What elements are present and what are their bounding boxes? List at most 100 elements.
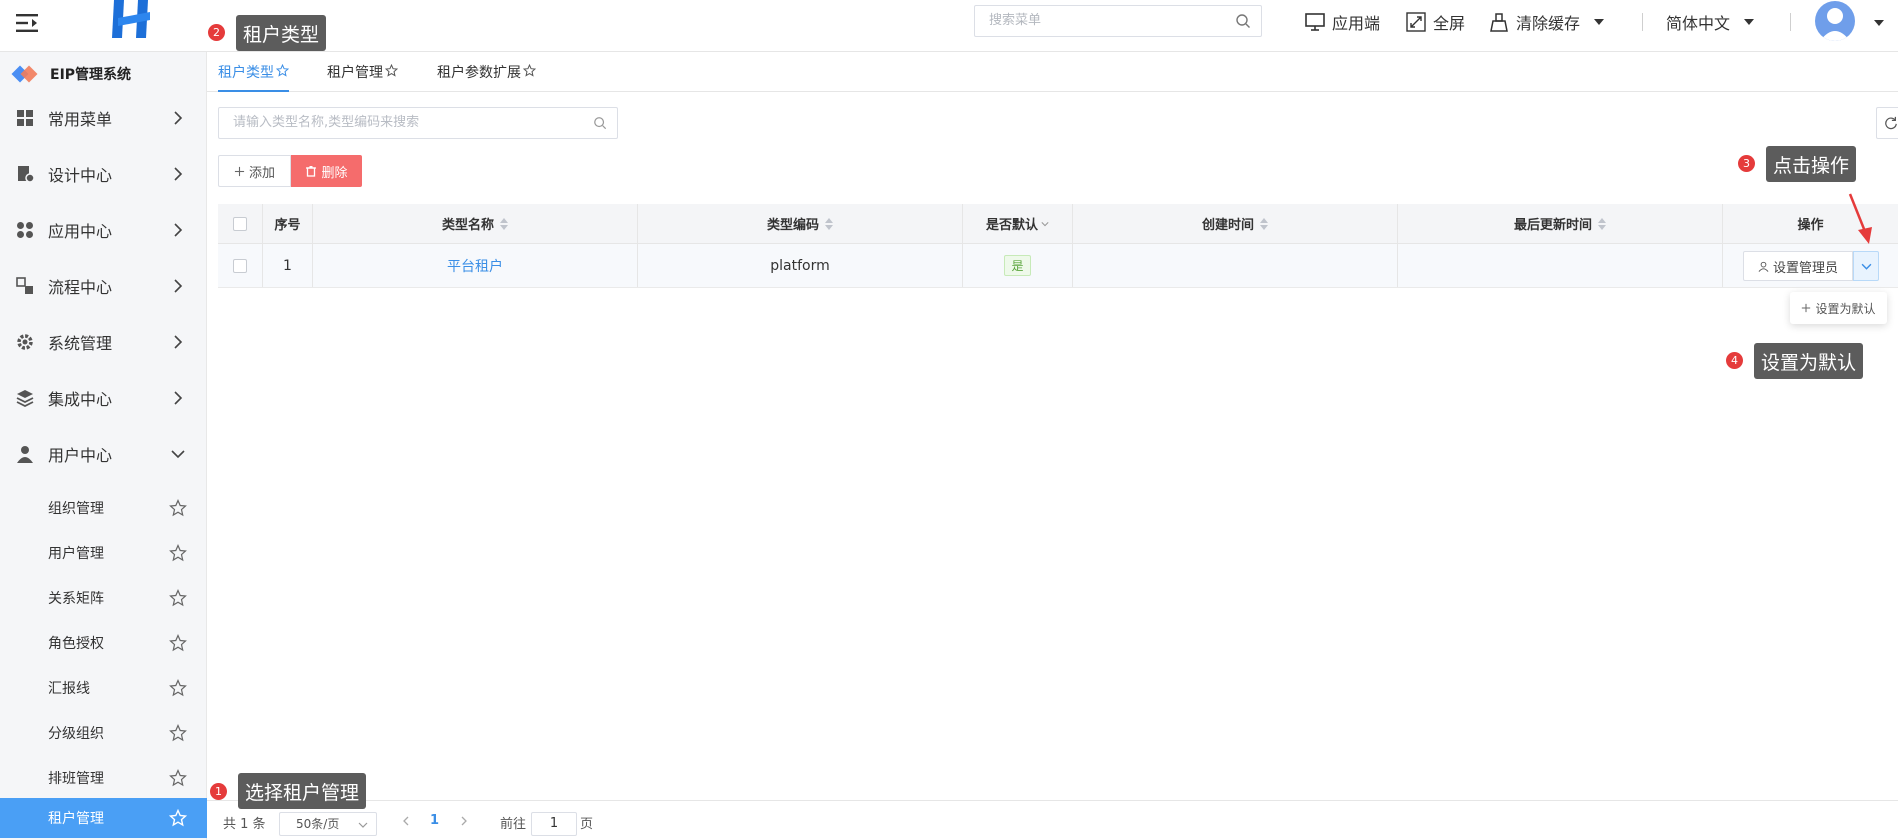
sidebar: EIP管理系统 常用菜单 设计中心 应用中心 流程中心 系统管理 集成中心 用户… <box>0 52 207 840</box>
trash-icon <box>306 166 317 177</box>
sort-icon[interactable] <box>825 217 833 230</box>
sidebar-item-users[interactable]: 用户管理 <box>0 533 207 573</box>
chevron-down-icon <box>171 450 185 459</box>
star-icon[interactable] <box>169 769 187 787</box>
star-icon[interactable] <box>385 64 398 77</box>
menu-integration[interactable]: 集成中心 <box>0 378 207 418</box>
sidebar-item-tenant[interactable]: 租户管理 <box>0 798 207 838</box>
menu-label: 设计中心 <box>48 166 113 185</box>
search-placeholder: 请输入类型名称,类型编码来搜索 <box>233 115 420 130</box>
user-icon <box>1758 261 1769 272</box>
header-divider <box>1790 13 1791 31</box>
caret-down-icon <box>1594 19 1605 25</box>
apps-icon <box>17 222 33 238</box>
current-page[interactable]: 1 <box>430 813 439 828</box>
star-icon[interactable] <box>169 499 187 517</box>
menu-label: 常用菜单 <box>48 110 113 129</box>
total-count: 共 1 条 <box>223 817 266 832</box>
table-row: 1 平台租户 platform 是 设置管理员 <box>218 244 1898 288</box>
menu-user-center[interactable]: 用户中心 <box>0 434 207 474</box>
star-icon[interactable] <box>169 634 187 652</box>
language-select[interactable]: 简体中文 <box>1666 8 1755 36</box>
tab-tenant-type[interactable]: 租户类型 <box>218 62 289 92</box>
sidebar-item-schedule[interactable]: 排班管理 <box>0 758 207 798</box>
tab-tenant-params[interactable]: 租户参数扩展 <box>437 62 536 92</box>
chevron-down-icon <box>358 822 368 828</box>
action-dropdown-toggle[interactable] <box>1853 251 1879 281</box>
menu-app[interactable]: 应用中心 <box>0 210 207 250</box>
sub-item-label: 用户管理 <box>48 546 104 562</box>
menu-search-input[interactable]: 搜索菜单 <box>974 5 1262 37</box>
sort-icon[interactable] <box>1260 217 1268 230</box>
row-name: 平台租户 <box>313 244 638 287</box>
add-button[interactable]: 添加 <box>218 155 291 187</box>
star-icon[interactable] <box>169 809 187 827</box>
type-search-input[interactable]: 请输入类型名称,类型编码来搜索 <box>218 107 618 139</box>
col-name[interactable]: 类型名称 <box>313 204 638 243</box>
caret-down-icon[interactable] <box>1874 20 1884 26</box>
sidebar-item-grade-org[interactable]: 分级组织 <box>0 713 207 753</box>
chevron-left-icon[interactable] <box>401 816 411 826</box>
set-default-menu-item[interactable]: 设置为默认 <box>1790 292 1887 324</box>
star-icon[interactable] <box>169 589 187 607</box>
sidebar-item-org[interactable]: 组织管理 <box>0 488 207 528</box>
sub-item-label: 关系矩阵 <box>48 591 104 607</box>
star-icon[interactable] <box>169 679 187 697</box>
sidebar-item-report-line[interactable]: 汇报线 <box>0 668 207 708</box>
set-admin-button[interactable]: 设置管理员 <box>1743 251 1853 281</box>
col-updated[interactable]: 最后更新时间 <box>1398 204 1723 243</box>
user-avatar[interactable] <box>1815 1 1855 41</box>
col-code[interactable]: 类型编码 <box>638 204 963 243</box>
chevron-right-icon[interactable] <box>459 816 469 826</box>
type-name-link[interactable]: 平台租户 <box>447 256 503 276</box>
logo-icon <box>110 0 158 40</box>
brand: EIP管理系统 <box>0 60 207 88</box>
goto-page-input[interactable]: 1 <box>531 812 577 836</box>
tab-label: 租户类型 <box>218 65 274 81</box>
type-code-value: platform <box>770 257 830 274</box>
sort-icon[interactable] <box>1598 217 1606 230</box>
col-default[interactable]: 是否默认 <box>963 204 1073 243</box>
expand-icon <box>1406 12 1426 32</box>
star-icon[interactable] <box>523 64 536 77</box>
clear-cache-button[interactable]: 清除缓存 <box>1488 8 1605 36</box>
row-checkbox[interactable] <box>233 258 247 273</box>
refresh-button[interactable] <box>1876 107 1898 139</box>
user-icon <box>17 446 33 463</box>
annotation-callout: 选择租户管理 <box>238 773 367 809</box>
sub-item-label: 分级组织 <box>48 726 104 742</box>
row-updated <box>1398 244 1723 287</box>
fullscreen-button[interactable]: 全屏 <box>1405 8 1465 36</box>
star-icon[interactable] <box>169 724 187 742</box>
refresh-icon <box>1885 116 1897 130</box>
menu-flow[interactable]: 流程中心 <box>0 266 207 306</box>
table-header: 序号 类型名称 类型编码 是否默认 创建时间 最后更新时间 操作 <box>218 204 1898 244</box>
chevron-right-icon <box>174 111 183 125</box>
sidebar-item-matrix[interactable]: 关系矩阵 <box>0 578 207 618</box>
star-icon[interactable] <box>276 64 289 77</box>
menu-system[interactable]: 系统管理 <box>0 322 207 362</box>
menu-design[interactable]: 设计中心 <box>0 154 207 194</box>
select-all-checkbox[interactable] <box>233 216 247 231</box>
menu-toggle-icon[interactable] <box>14 10 40 36</box>
page-size-select[interactable]: 50条/页 <box>279 812 377 836</box>
sidebar-item-roles[interactable]: 角色授权 <box>0 623 207 663</box>
menu-common[interactable]: 常用菜单 <box>0 98 207 138</box>
sub-item-label: 角色授权 <box>48 636 104 652</box>
tab-tenant-manage[interactable]: 租户管理 <box>327 62 398 92</box>
star-icon[interactable] <box>169 544 187 562</box>
caret-down-icon <box>1744 19 1755 25</box>
chevron-down-icon[interactable] <box>1041 220 1049 228</box>
col-created[interactable]: 创建时间 <box>1073 204 1398 243</box>
delete-button[interactable]: 删除 <box>291 155 362 187</box>
annotation-badge: 1 <box>210 783 227 800</box>
grid-icon <box>17 110 33 126</box>
monitor-icon <box>1305 13 1325 31</box>
search-icon <box>594 117 607 130</box>
page-size-value: 50条/页 <box>296 817 340 831</box>
default-tag: 是 <box>1004 255 1031 276</box>
app-client-button[interactable]: 应用端 <box>1304 8 1380 36</box>
sort-icon[interactable] <box>500 217 508 230</box>
goto-prefix: 前往 <box>500 817 527 832</box>
language-label: 简体中文 <box>1666 14 1731 33</box>
